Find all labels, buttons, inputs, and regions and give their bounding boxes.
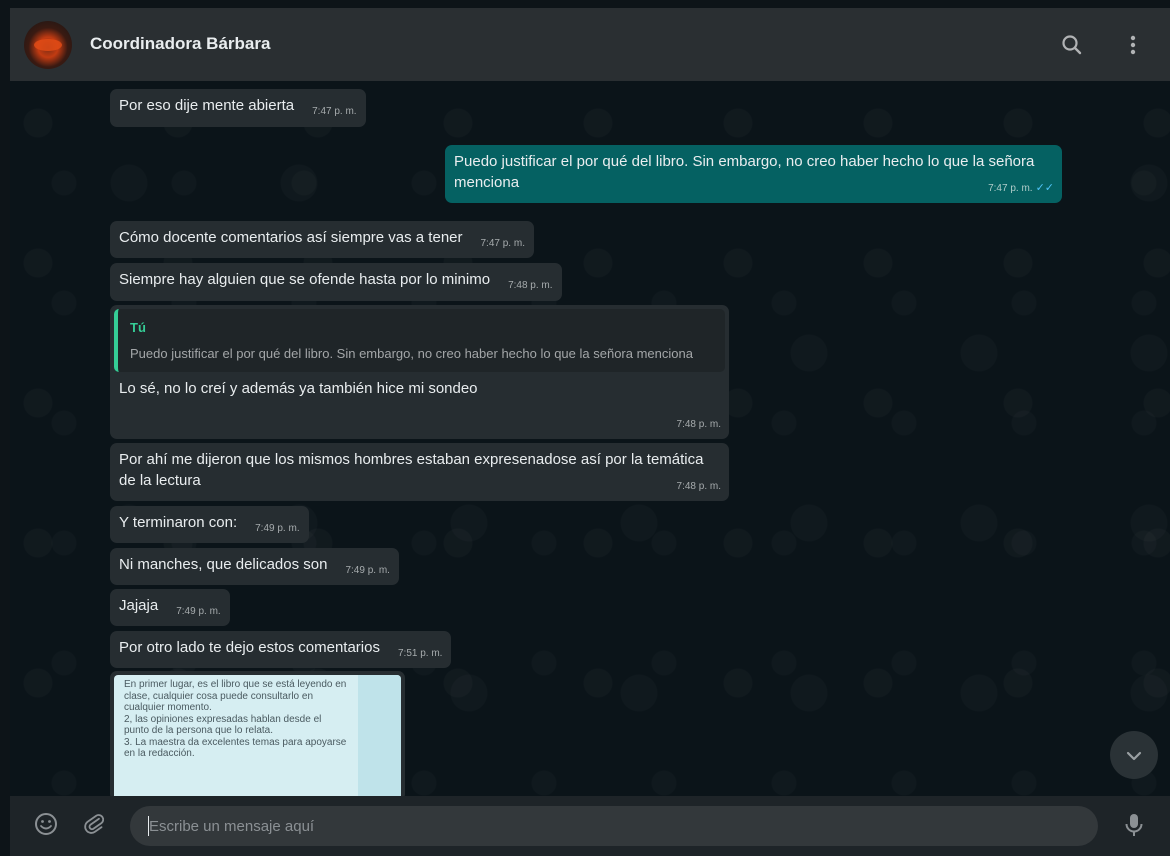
message-input[interactable] — [149, 806, 1049, 846]
chevron-down-icon — [1126, 751, 1142, 761]
message-incoming[interactable]: Por ahí me dijeron que los mismos hombre… — [110, 443, 729, 501]
chat-header[interactable]: Coordinadora Bárbara — [10, 8, 1170, 81]
message-incoming[interactable]: Y terminaron con: 7:49 p. m. — [110, 506, 309, 543]
message-outgoing[interactable]: Puedo justificar el por qué del libro. S… — [445, 145, 1062, 203]
message-incoming[interactable]: Siempre hay alguien que se ofende hasta … — [110, 263, 562, 301]
message-list[interactable]: Por eso dije mente abierta 7:47 p. m. Pue… — [10, 81, 1170, 796]
message-time: 7:49 p. m. — [255, 523, 300, 534]
message-incoming-reply[interactable]: Tú Puedo justificar el por qué del libro… — [110, 305, 729, 439]
message-time: 7:51 p. m. — [397, 648, 443, 659]
contact-name[interactable]: Coordinadora Bárbara — [90, 34, 270, 54]
image-message[interactable]: En primer lugar, es el libro que se está… — [110, 671, 405, 796]
message-time: 7:49 p. m. — [345, 565, 390, 576]
message-incoming[interactable]: Ni manches, que delicados son 7:49 p. m. — [110, 548, 399, 585]
message-time: 7:49 p. m. — [176, 606, 221, 617]
message-input-box[interactable] — [130, 806, 1098, 846]
attach-clip-icon[interactable] — [80, 810, 108, 838]
message-incoming[interactable]: Por otro lado te dejo estos comentarios 7… — [110, 631, 452, 668]
message-text: Cómo docente comentarios así siempre vas… — [119, 229, 463, 246]
message-text: Jajaja — [119, 597, 159, 614]
message-text: Y terminaron con: — [119, 514, 238, 531]
message-time-wrap: 7:47 p. m. ✓✓ — [988, 178, 1054, 199]
message-time: 7:47 p. m. — [480, 238, 525, 249]
message-text: Ni manches, que delicados son — [119, 556, 328, 573]
message-time: 7:47 p. m. — [988, 183, 1033, 194]
microphone-icon[interactable] — [1120, 810, 1148, 840]
quoted-message[interactable]: Tú Puedo justificar el por qué del libro… — [114, 309, 725, 372]
chat-window: Coordinadora Bárbara Por eso dije mente … — [10, 8, 1170, 856]
menu-icon[interactable] — [1118, 30, 1148, 60]
scroll-down-button[interactable] — [1110, 731, 1158, 779]
message-text: Por ahí me dijeron que los mismos hombre… — [119, 451, 704, 489]
message-text: Puedo justificar el por qué del libro. S… — [454, 153, 1035, 191]
image-text: En primer lugar, es el libro que se está… — [124, 679, 347, 759]
message-text: Por otro lado te dejo estos comentarios — [119, 639, 380, 656]
emoji-icon[interactable] — [32, 810, 60, 838]
quote-author: Tú — [130, 320, 146, 335]
message-time: 7:48 p. m. — [508, 280, 553, 291]
image-attachment[interactable]: En primer lugar, es el libro que se está… — [114, 675, 401, 796]
message-time: 7:48 p. m. — [676, 419, 721, 430]
message-incoming[interactable]: Jajaja 7:49 p. m. — [110, 589, 230, 626]
message-time: 7:48 p. m. — [676, 481, 721, 492]
message-incoming[interactable]: Cómo docente comentarios así siempre vas… — [110, 221, 534, 258]
message-time: 7:47 p. m. — [312, 106, 357, 117]
read-ticks-icon: ✓✓ — [1035, 182, 1054, 194]
composer-bar — [10, 796, 1170, 856]
message-text: Por eso dije mente abierta — [119, 97, 295, 114]
search-icon[interactable] — [1057, 30, 1087, 60]
message-text: Siempre hay alguien que se ofende hasta … — [119, 271, 491, 288]
message-incoming[interactable]: Por eso dije mente abierta 7:47 p. m. — [110, 89, 366, 127]
avatar[interactable] — [24, 21, 72, 69]
image-edge — [358, 675, 401, 796]
quote-text: Puedo justificar el por qué del libro. S… — [130, 346, 693, 361]
message-text: Lo sé, no lo creí y además ya también hi… — [119, 380, 478, 397]
